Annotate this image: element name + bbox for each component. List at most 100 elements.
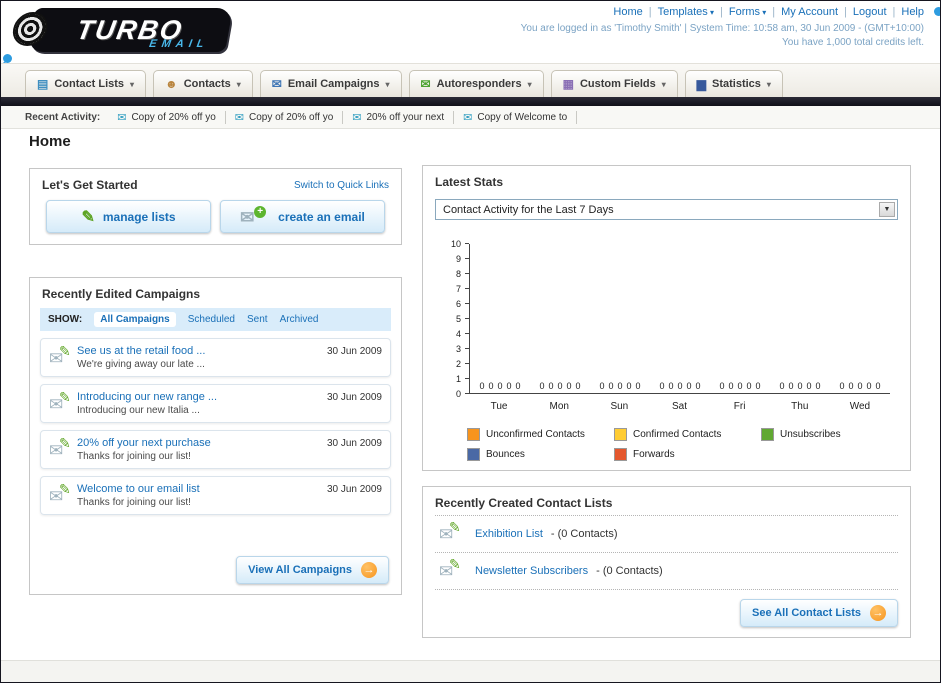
contact-list-row[interactable]: ✉ ✎ Exhibition List - (0 Contacts)	[435, 516, 898, 553]
x-axis-label: Fri	[733, 401, 746, 412]
campaign-row[interactable]: ✉ ✎ See us at the retail food ... We're giv…	[40, 338, 391, 377]
recent-activity-item[interactable]: ✉ Copy of Welcome to	[454, 110, 578, 124]
header-link-my-account[interactable]: My Account	[781, 6, 838, 18]
campaign-title-link[interactable]: 20% off your next purchase	[77, 437, 319, 449]
bar-value-label: 0	[599, 381, 605, 391]
recent-activity-item-label: Copy of Welcome to	[477, 111, 568, 123]
list-edit-icon: ✉ ✎	[439, 556, 467, 581]
pencil-icon: ✎	[81, 208, 95, 226]
campaign-text: Introducing our new range ... Introducing…	[77, 391, 319, 416]
header-links: Home | Templates ▾ | Forms ▾ | My Account | Logo…	[521, 6, 924, 18]
logo-subtitle: EMAIL	[148, 38, 210, 50]
bar-value-label: 0	[788, 381, 794, 391]
campaign-title-link[interactable]: Introducing our new range ...	[77, 391, 319, 403]
campaign-date: 30 Jun 2009	[326, 438, 382, 449]
header-right: Home | Templates ▾ | Forms ▾ | My Account | Logo…	[521, 6, 924, 48]
autoresponders-icon: ✉	[420, 77, 431, 91]
pencil-icon: ✎	[59, 342, 71, 359]
contact-list-link[interactable]: Newsletter Subscribers	[475, 565, 588, 577]
envelope-icon: ✉	[352, 111, 362, 124]
bar-value-label: 0	[728, 381, 734, 391]
nav-tab-statistics[interactable]: ▆ Statistics ▾	[684, 70, 783, 97]
bar-value-label: 0	[806, 381, 812, 391]
y-axis-label: 10	[450, 239, 461, 249]
bar-value-label: 0	[659, 381, 665, 391]
create-email-button[interactable]: ✉ + create an email	[220, 200, 385, 233]
bar-value-label: 0	[848, 381, 854, 391]
chevron-down-icon: ▼	[879, 202, 895, 217]
y-axis-label: 2	[455, 359, 461, 369]
campaign-row[interactable]: ✉ ✎ 20% off your next purchase Thanks for j…	[40, 430, 391, 469]
header-link-home[interactable]: Home	[613, 6, 642, 18]
arrow-right-icon: →	[361, 562, 377, 578]
recent-activity-item[interactable]: ✉ Copy of 20% off yo	[226, 110, 344, 124]
header-link-forms[interactable]: Forms ▾	[729, 6, 766, 18]
list-edit-icon: ✉ ✎	[439, 519, 467, 544]
header-link-separator: |	[720, 6, 723, 18]
bar-value-label: 0	[539, 381, 545, 391]
pencil-icon: ✎	[59, 434, 71, 451]
y-axis-label: 4	[455, 329, 461, 339]
chevron-down-icon: ▾	[766, 79, 771, 89]
stats-period-dropdown[interactable]: Contact Activity for the Last 7 Days ▼	[435, 199, 898, 220]
email-edit-icon: ✉ ✎	[49, 435, 77, 460]
header-link-help[interactable]: Help	[901, 6, 924, 18]
recent-activity-items: ✉ Copy of 20% off yo ✉ Copy of 20% off yo ✉ 2…	[108, 110, 578, 124]
view-all-campaigns-button[interactable]: View All Campaigns →	[236, 556, 389, 584]
campaign-filter-sent[interactable]: Sent	[247, 314, 268, 325]
bar-value-label: 0	[479, 381, 485, 391]
logo-swirl-icon	[10, 12, 51, 46]
legend-label: Forwards	[633, 449, 675, 460]
switch-quick-links-link[interactable]: Switch to Quick Links	[294, 180, 389, 191]
campaign-filters: All Campaigns Scheduled Sent Archived	[94, 312, 318, 327]
campaign-row[interactable]: ✉ ✎ Welcome to our email list Thanks for jo…	[40, 476, 391, 515]
contacts-icon: ☻	[165, 77, 178, 91]
campaign-filter-bar: SHOW: All Campaigns Scheduled Sent Archived	[40, 308, 391, 331]
bar-value-label: 0	[815, 381, 821, 391]
header-link-separator: |	[892, 6, 896, 18]
chevron-down-icon: ▾	[130, 79, 135, 89]
campaign-text: Welcome to our email list Thanks for join…	[77, 483, 319, 508]
nav-tab-autoresponders[interactable]: ✉ Autoresponders ▾	[408, 70, 544, 97]
pencil-icon: ✎	[449, 556, 461, 572]
bar-value-label: 0	[737, 381, 743, 391]
bar-value-label: 0	[779, 381, 785, 391]
arrow-right-icon: →	[870, 605, 886, 621]
header-link-templates[interactable]: Templates ▾	[658, 6, 714, 18]
campaign-filter-all-campaigns[interactable]: All Campaigns	[94, 312, 176, 327]
recent-activity-item[interactable]: ✉ 20% off your next	[343, 110, 455, 124]
bar-value-label: 0	[839, 381, 845, 391]
legend-item: Forwards	[614, 448, 761, 461]
bar-group: 00000	[830, 381, 890, 393]
contact-list-row[interactable]: ✉ ✎ Newsletter Subscribers - (0 Contacts)	[435, 553, 898, 590]
campaign-filter-scheduled[interactable]: Scheduled	[188, 314, 235, 325]
header-link-logout[interactable]: Logout	[853, 6, 887, 18]
legend-swatch	[467, 448, 480, 461]
manage-lists-button[interactable]: ✎ manage lists	[46, 200, 211, 233]
see-all-contact-lists-button[interactable]: See All Contact Lists →	[739, 599, 898, 627]
campaign-subtitle: Thanks for joining our list!	[77, 451, 191, 462]
campaign-title-link[interactable]: Welcome to our email list	[77, 483, 319, 495]
nav-tab-contacts[interactable]: ☻ Contacts ▾	[153, 70, 253, 97]
contact-count: - (0 Contacts)	[550, 528, 618, 540]
legend-swatch	[761, 428, 774, 441]
recent-activity-item[interactable]: ✉ Copy of 20% off yo	[108, 110, 226, 124]
nav-tab-contact-lists[interactable]: ▤ Contact Lists ▾	[25, 70, 147, 97]
contact-list-link[interactable]: Exhibition List	[475, 528, 543, 540]
legend-label: Bounces	[486, 449, 525, 460]
bar-value-label: 0	[686, 381, 692, 391]
bar-value-label: 0	[548, 381, 554, 391]
campaign-row[interactable]: ✉ ✎ Introducing our new range ... Introduci…	[40, 384, 391, 423]
chart-x-labels: Tue Mon Sun Sat Fri Thu Wed	[469, 401, 890, 412]
campaign-filter-archived[interactable]: Archived	[280, 314, 319, 325]
app-logo[interactable]: TURBO EMAIL	[10, 8, 233, 52]
create-email-label: create an email	[278, 209, 365, 224]
nav-tab-custom-fields[interactable]: ▦ Custom Fields ▾	[550, 70, 678, 97]
header: TURBO EMAIL Home | Templates ▾ | Forms ▾ | My …	[1, 1, 940, 106]
campaign-subtitle: Thanks for joining our list!	[77, 497, 191, 508]
x-axis-label: Thu	[791, 401, 809, 412]
nav-tab-email-campaigns[interactable]: ✉ Email Campaigns ▾	[259, 70, 402, 97]
pencil-icon: ✎	[59, 388, 71, 405]
x-axis-label: Wed	[849, 401, 871, 412]
campaign-title-link[interactable]: See us at the retail food ...	[77, 345, 319, 357]
